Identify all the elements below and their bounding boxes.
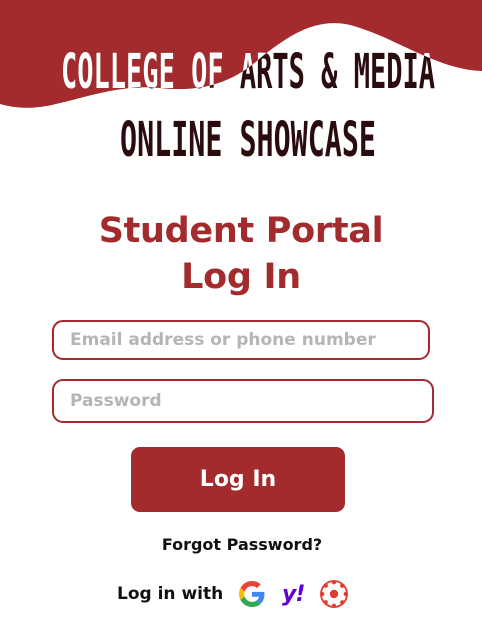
canvas-login-button[interactable]	[319, 579, 349, 609]
login-page: COLLEGE OF ARTS & MEDIA ONLINE SHOWCASE …	[0, 0, 482, 626]
forgot-password-link[interactable]: Forgot Password?	[0, 535, 482, 554]
social-login-label: Log in with	[117, 584, 224, 604]
password-field[interactable]	[52, 379, 434, 423]
yahoo-icon: y!	[282, 581, 305, 607]
social-login-row: Log in with y!	[117, 578, 360, 610]
portal-heading-line2: Log In	[181, 257, 301, 297]
email-field[interactable]	[52, 320, 430, 360]
google-icon	[239, 581, 265, 607]
banner-graphic: COLLEGE OF ARTS & MEDIA ONLINE SHOWCASE …	[0, 0, 482, 168]
banner-title-line2-dark: ONLINE SHOWCASE	[120, 112, 376, 168]
header-banner: COLLEGE OF ARTS & MEDIA ONLINE SHOWCASE …	[0, 0, 482, 170]
portal-heading: Student Portal Log In	[0, 208, 482, 300]
portal-heading-line1: Student Portal	[98, 211, 384, 251]
login-button[interactable]: Log In	[131, 447, 345, 512]
yahoo-login-button[interactable]: y!	[278, 579, 308, 609]
canvas-icon	[320, 580, 349, 608]
google-login-button[interactable]	[237, 579, 267, 609]
